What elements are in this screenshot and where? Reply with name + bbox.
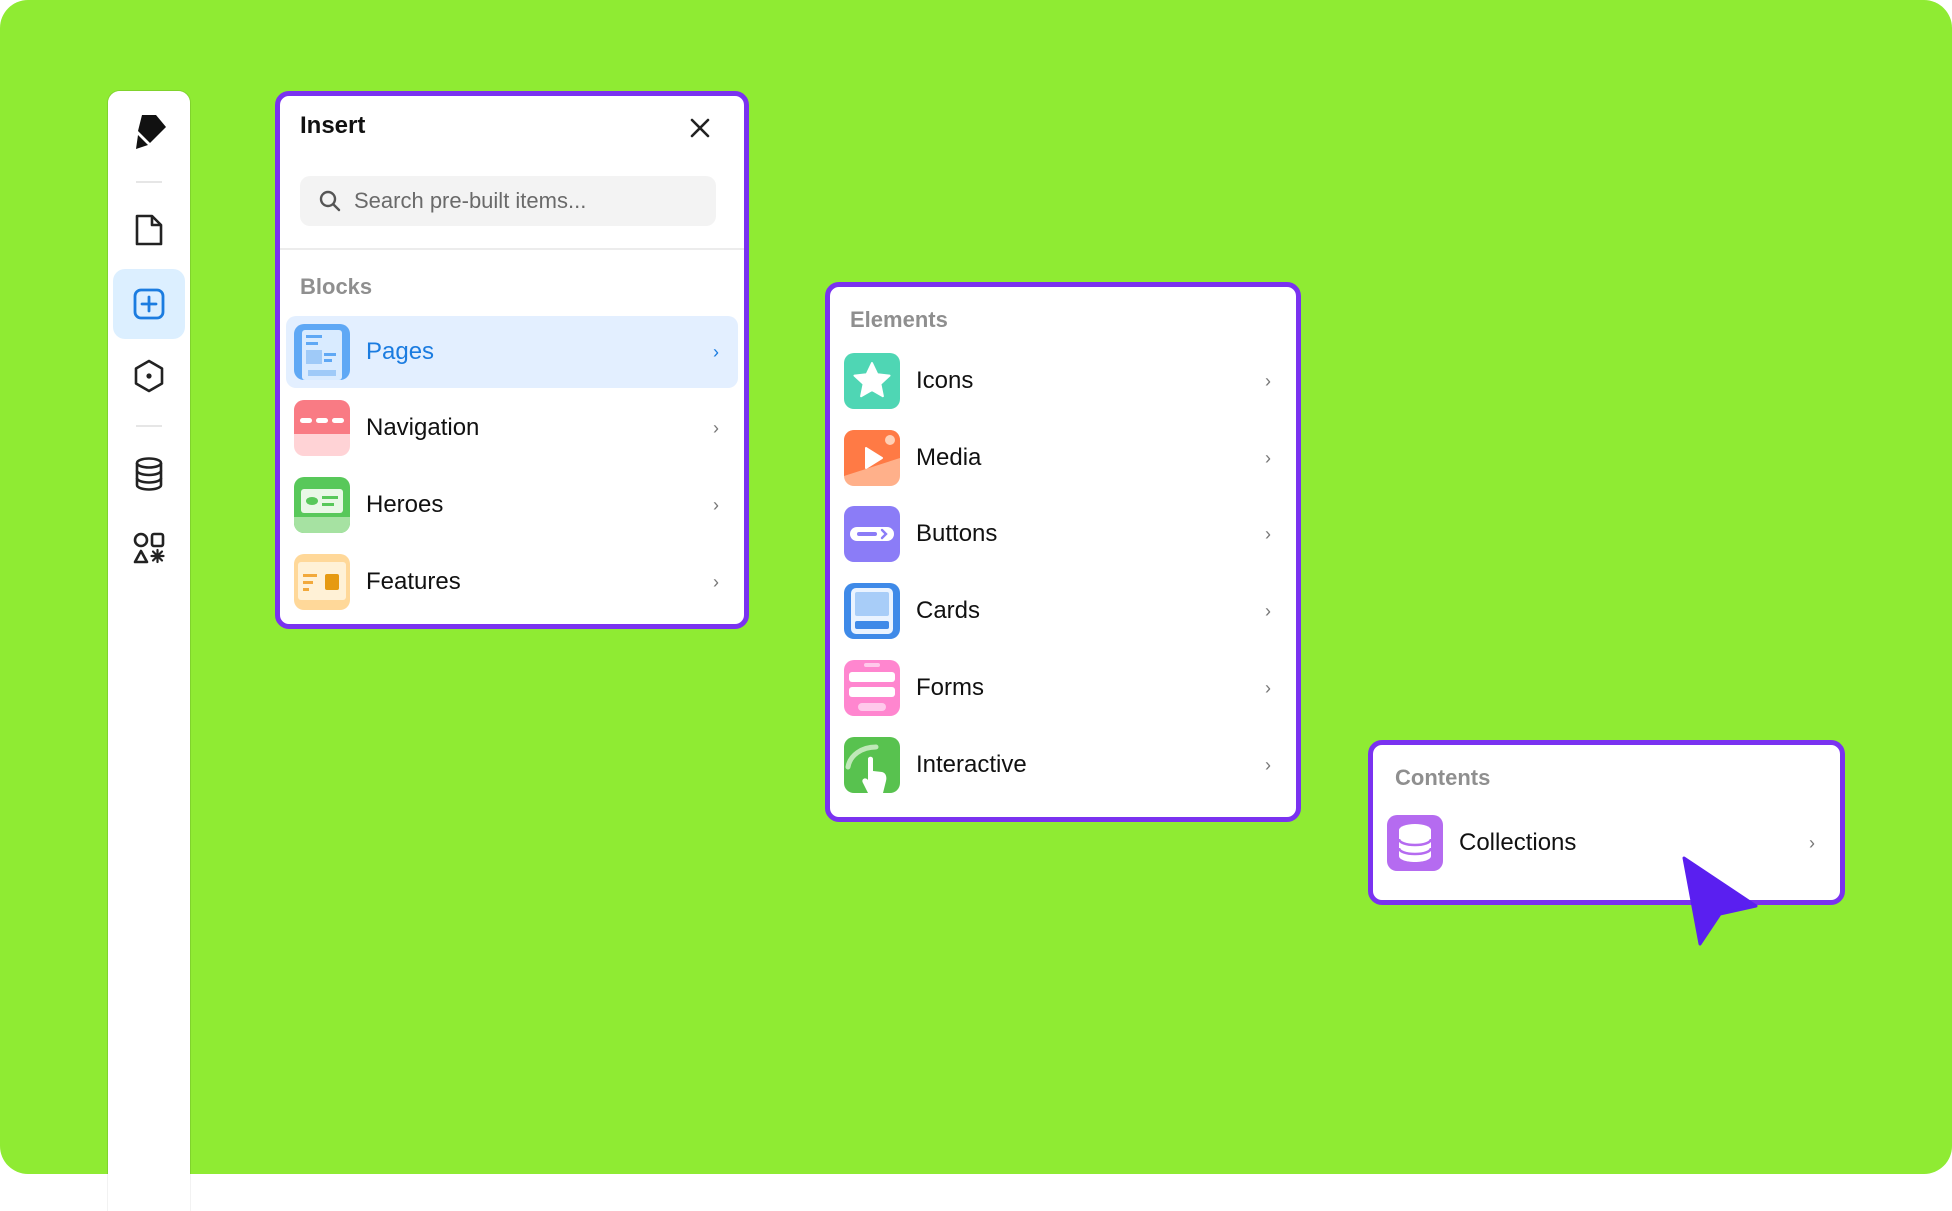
menu-item-media[interactable]: Media ›: [836, 422, 1290, 494]
close-icon: [690, 118, 710, 138]
menu-item-label: Buttons: [916, 520, 998, 547]
chevron-right-icon: ›: [713, 341, 719, 362]
sidebar-item-pages[interactable]: [113, 195, 185, 265]
menu-item-buttons[interactable]: Buttons ›: [836, 498, 1290, 570]
chevron-right-icon: ›: [1265, 370, 1271, 391]
sidebar-item-insert[interactable]: [113, 269, 185, 339]
hexagon-icon: [134, 359, 164, 393]
chevron-right-icon: ›: [713, 417, 719, 438]
chevron-right-icon: ›: [713, 494, 719, 515]
menu-item-heroes[interactable]: Heroes ›: [286, 469, 738, 541]
section-label-elements: Elements: [850, 307, 948, 332]
contents-panel: Contents Collections ›: [1368, 740, 1845, 905]
heroes-icon: [294, 477, 350, 533]
search-icon: [318, 189, 342, 213]
star-icon: [844, 353, 900, 409]
page-icon: [135, 214, 163, 246]
section-label-contents: Contents: [1395, 765, 1491, 790]
chevron-right-icon: ›: [713, 571, 719, 592]
divider: [280, 248, 744, 250]
sidebar-item-assets[interactable]: [113, 513, 185, 583]
chevron-right-icon: ›: [1265, 523, 1271, 544]
interactive-icon: [844, 737, 900, 793]
forms-icon: [844, 660, 900, 716]
chevron-right-icon: ›: [1265, 754, 1271, 775]
navigation-icon: [294, 400, 350, 456]
menu-item-label: Cards: [916, 597, 981, 624]
menu-item-features[interactable]: Features ›: [286, 546, 738, 618]
insert-panel: Insert Blocks P: [275, 91, 749, 629]
close-button[interactable]: [686, 114, 714, 142]
database-icon: [135, 457, 163, 491]
menu-item-forms[interactable]: Forms ›: [836, 652, 1290, 724]
buttons-icon: [844, 506, 900, 562]
sidebar-item-components[interactable]: [113, 341, 185, 411]
search-input[interactable]: [354, 188, 694, 214]
cards-icon: [844, 583, 900, 639]
menu-item-pages[interactable]: Pages ›: [286, 316, 738, 388]
menu-item-icons[interactable]: Icons ›: [836, 345, 1290, 417]
components-icon: [133, 532, 165, 564]
menu-item-label: Collections: [1459, 829, 1577, 856]
logo-icon: [136, 115, 166, 149]
sidebar: [108, 91, 190, 1211]
pages-icon: [294, 324, 350, 380]
menu-item-label: Navigation: [366, 414, 480, 441]
chevron-right-icon: ›: [1265, 447, 1271, 468]
menu-item-collections[interactable]: Collections ›: [1379, 807, 1834, 879]
menu-item-label: Pages: [366, 338, 435, 365]
menu-item-label: Media: [916, 444, 982, 471]
menu-item-label: Forms: [916, 674, 984, 701]
menu-item-label: Icons: [916, 367, 974, 394]
chevron-right-icon: ›: [1265, 600, 1271, 621]
logo-button[interactable]: [113, 97, 185, 167]
chevron-right-icon: ›: [1265, 677, 1271, 698]
menu-item-navigation[interactable]: Navigation ›: [286, 392, 738, 464]
media-icon: [844, 430, 900, 486]
chevron-right-icon: ›: [1809, 832, 1815, 853]
menu-item-label: Features: [366, 568, 461, 595]
features-icon: [294, 554, 350, 610]
plus-square-icon: [133, 288, 165, 320]
menu-item-label: Interactive: [916, 751, 1027, 778]
sidebar-item-cms[interactable]: [113, 439, 185, 509]
collections-icon: [1387, 815, 1443, 871]
search-field[interactable]: [300, 176, 716, 226]
menu-item-cards[interactable]: Cards ›: [836, 575, 1290, 647]
insert-panel-title: Insert: [300, 112, 366, 139]
menu-item-label: Heroes: [366, 491, 444, 518]
cursor-arrow-icon: [1682, 856, 1758, 946]
section-label-blocks: Blocks: [300, 274, 373, 299]
menu-item-interactive[interactable]: Interactive ›: [836, 729, 1290, 801]
elements-panel: Elements Icons › Media › Buttons › Cards…: [825, 282, 1301, 822]
sidebar-separator: [136, 181, 162, 183]
sidebar-separator: [136, 425, 162, 427]
